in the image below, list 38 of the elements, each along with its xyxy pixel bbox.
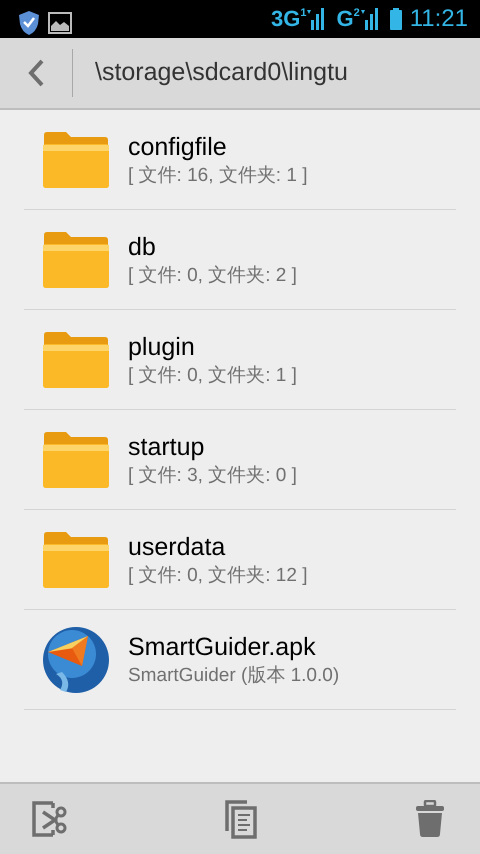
file-details: [ 文件: 3, 文件夹: 0 ]: [128, 464, 297, 488]
file-list-item[interactable]: SmartGuider.apk SmartGuider (版本 1.0.0): [24, 610, 456, 710]
folder-icon: [42, 430, 110, 488]
cut-icon: [31, 800, 69, 838]
sim-number: 2: [354, 8, 360, 19]
file-name: configfile: [128, 132, 228, 162]
file-details: [ 文件: 0, 文件夹: 2 ]: [128, 264, 297, 288]
file-name: SmartGuider.apk: [128, 632, 317, 662]
file-name: db: [128, 232, 157, 262]
folder-icon: [42, 230, 110, 288]
image-icon: [48, 12, 72, 34]
file-name: startup: [128, 432, 206, 462]
file-details: SmartGuider (版本 1.0.0): [128, 664, 340, 688]
folder-icon: [42, 330, 110, 388]
file-name: plugin: [128, 332, 196, 362]
file-details: [ 文件: 0, 文件夹: 1 ]: [128, 364, 297, 388]
trash-icon: [415, 800, 445, 838]
clock-time: 11:21: [410, 4, 468, 34]
folder-icon: [42, 130, 110, 188]
file-list-item[interactable]: db [ 文件: 0, 文件夹: 2 ]: [24, 210, 456, 310]
battery-icon: [390, 8, 402, 30]
globe-app-icon: [42, 626, 110, 694]
file-name: userdata: [128, 532, 226, 562]
file-list-item[interactable]: plugin [ 文件: 0, 文件夹: 1 ]: [24, 310, 456, 410]
file-list-item[interactable]: userdata [ 文件: 0, 文件夹: 12 ]: [24, 510, 456, 610]
file-details: [ 文件: 16, 文件夹: 1 ]: [128, 164, 308, 188]
shield-icon: [18, 10, 40, 36]
file-list-item[interactable]: configfile [ 文件: 16, 文件夹: 1 ]: [24, 110, 456, 210]
file-list-item[interactable]: startup [ 文件: 3, 文件夹: 0 ]: [24, 410, 456, 510]
folder-path: \storage\sdcard0\lingtu: [95, 57, 348, 88]
network-type: G: [336, 8, 354, 30]
signal-icon: [360, 8, 378, 30]
network-type: 3G: [270, 8, 300, 30]
sim-number: 1: [300, 8, 306, 19]
signal-icon: [306, 8, 324, 30]
folder-icon: [42, 530, 110, 588]
file-details: [ 文件: 0, 文件夹: 12 ]: [128, 564, 308, 588]
copy-icon: [223, 799, 257, 839]
